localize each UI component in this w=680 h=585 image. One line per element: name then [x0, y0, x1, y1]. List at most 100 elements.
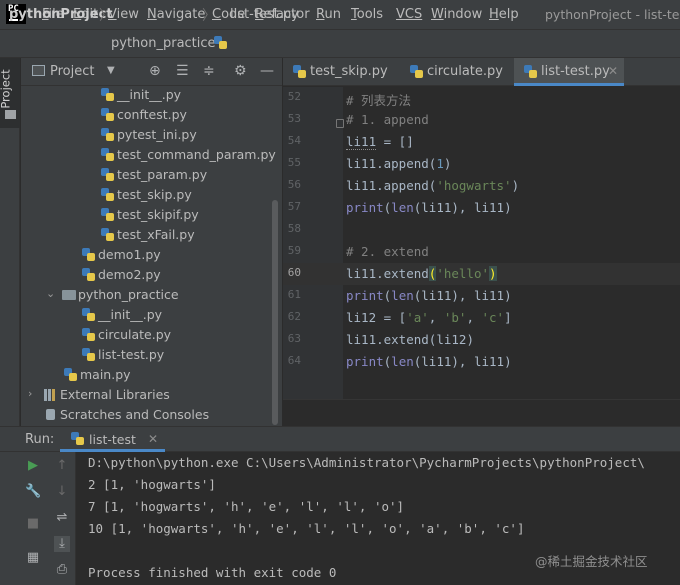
console-line: 10 [1, 'hogwarts', 'h', 'e', 'l', 'l', '…: [88, 521, 525, 536]
code-text: li11.extend(li12): [346, 332, 474, 347]
close-icon[interactable]: ✕: [148, 432, 158, 446]
tree-item-label: pytest_ini.py: [117, 127, 197, 142]
stop-icon[interactable]: ■: [25, 516, 41, 532]
editor-tab[interactable]: circulate.py: [400, 58, 514, 86]
run-tab[interactable]: list-test ✕: [60, 427, 165, 452]
minimize-icon[interactable]: —: [260, 63, 274, 79]
menu-item-navigate[interactable]: Navigate: [147, 7, 205, 22]
tree-item-label: test_xFail.py: [117, 227, 195, 242]
library-icon: [44, 389, 57, 401]
python-file-icon: [82, 348, 95, 361]
chevron-down-icon[interactable]: ⌄: [46, 287, 55, 300]
menu-item-window[interactable]: Window: [431, 7, 482, 22]
close-icon[interactable]: ✕: [608, 64, 618, 78]
line-number: 62: [287, 310, 301, 323]
line-number: 61: [287, 288, 301, 301]
tree-item[interactable]: demo1.py: [21, 245, 271, 265]
tree-item[interactable]: test_param.py: [21, 165, 271, 185]
scroll-down-icon[interactable]: ↓: [54, 484, 70, 500]
python-file-icon: [82, 308, 95, 321]
project-panel-title[interactable]: Project: [50, 64, 94, 79]
menu-item-label: avigate: [156, 7, 206, 22]
project-scrollbar[interactable]: [272, 200, 278, 425]
code-line: 58: [283, 219, 680, 241]
wrench-icon[interactable]: 🔧: [25, 484, 41, 500]
line-number: 52: [287, 90, 301, 103]
tree-item[interactable]: ⌄ python_practice: [21, 285, 271, 305]
code-text: # 1. append: [346, 112, 429, 127]
tree-item[interactable]: Scratches and Consoles: [21, 405, 271, 425]
code-text: print(len(li11), li11): [346, 288, 512, 303]
code-line: 54 li11 = []: [283, 131, 680, 153]
tree-item[interactable]: main.py: [21, 365, 271, 385]
tree-item[interactable]: test_command_param.py: [21, 145, 276, 165]
tree-item[interactable]: test_skipif.py: [21, 205, 271, 225]
breadcrumb-file[interactable]: list-test.py: [230, 7, 299, 22]
chevron-right-icon[interactable]: ›: [28, 387, 32, 400]
code-line: 64 print(len(li11), li11): [283, 351, 680, 373]
code-text: li11.append(1): [346, 156, 452, 171]
code-text: # 列表方法: [346, 93, 412, 108]
menu-item-tools[interactable]: Tools: [351, 7, 383, 22]
tree-item[interactable]: › External Libraries: [21, 385, 271, 405]
scroll-up-icon[interactable]: ↑: [54, 458, 70, 474]
run-panel-label: Run:: [25, 432, 55, 447]
menu-item-label: elp: [498, 7, 519, 22]
tree-item[interactable]: conftest.py: [21, 105, 271, 125]
gear-icon[interactable]: ⚙: [234, 63, 247, 79]
menu-item-help[interactable]: Help: [489, 7, 519, 22]
rerun-icon[interactable]: ▶: [25, 458, 41, 474]
menu-item-mnemonic: W: [431, 7, 444, 22]
run-left-bar: [0, 452, 20, 585]
line-number: 58: [287, 222, 301, 235]
code-line: 62 li12 = ['a', 'b', 'c']: [283, 307, 680, 329]
line-number: 59: [287, 244, 301, 257]
menu-item-run[interactable]: Run: [316, 7, 341, 22]
code-line: 55 li11.append(1): [283, 153, 680, 175]
line-number: 60: [287, 266, 301, 279]
breadcrumb-separator: 〉: [202, 8, 216, 24]
soft-wrap-icon[interactable]: ⇌: [54, 510, 70, 526]
scroll-to-end-icon[interactable]: ⤓: [54, 536, 70, 552]
line-number: 54: [287, 134, 301, 147]
tree-item[interactable]: pytest_ini.py: [21, 125, 271, 145]
run-tab-label: list-test: [89, 432, 136, 447]
window-title: pythonProject - list-test: [545, 7, 680, 22]
tree-item[interactable]: circulate.py: [21, 325, 271, 345]
tree-item[interactable]: __init__.py: [21, 305, 271, 325]
print-icon[interactable]: ⎙: [54, 562, 70, 578]
code-line: 56 li11.append('hogwarts'): [283, 175, 680, 197]
line-number: 63: [287, 332, 301, 345]
tree-item[interactable]: __init__.py: [21, 85, 271, 105]
layout-icon[interactable]: ▦: [25, 550, 41, 566]
tree-item[interactable]: demo2.py: [21, 265, 271, 285]
collapse-all-icon[interactable]: ≑: [203, 63, 215, 79]
python-file-icon: [101, 108, 114, 121]
console-line: D:\python\python.exe C:\Users\Administra…: [88, 455, 645, 470]
python-file-icon: [101, 128, 114, 141]
code-line: 57 print(len(li11), li11): [283, 197, 680, 219]
editor-tab[interactable]: test_skip.py: [283, 58, 400, 86]
editor-tab[interactable]: list-test.py ✕: [514, 58, 624, 86]
tree-item-label: main.py: [80, 367, 131, 382]
chevron-down-icon[interactable]: ▼: [107, 65, 115, 76]
fold-marker-icon[interactable]: [336, 119, 344, 128]
tree-item[interactable]: test_skip.py: [21, 185, 271, 205]
breadcrumb-separator: 〉: [99, 8, 113, 24]
menu-item-label: iew: [116, 7, 139, 22]
editor-tab-label: circulate.py: [427, 64, 503, 79]
python-file-icon: [524, 65, 537, 78]
tree-item[interactable]: list-test.py: [21, 345, 271, 365]
expand-all-icon[interactable]: ☰: [176, 63, 189, 79]
code-text: li12 = ['a', 'b', 'c']: [346, 310, 512, 325]
scratch-icon: [44, 409, 57, 421]
project-tool-window-label: Project: [0, 69, 13, 109]
code-text: li11 = []: [346, 134, 414, 150]
breadcrumb-project[interactable]: pythonProject: [9, 7, 113, 22]
menu-item-vcs[interactable]: VCS: [396, 7, 422, 22]
locate-icon[interactable]: ⊕: [149, 63, 161, 79]
tree-item[interactable]: test_xFail.py: [21, 225, 271, 245]
tree-item-label: test_command_param.py: [117, 147, 276, 162]
tree-item-label: test_skip.py: [117, 187, 192, 202]
python-file-icon: [101, 168, 114, 181]
